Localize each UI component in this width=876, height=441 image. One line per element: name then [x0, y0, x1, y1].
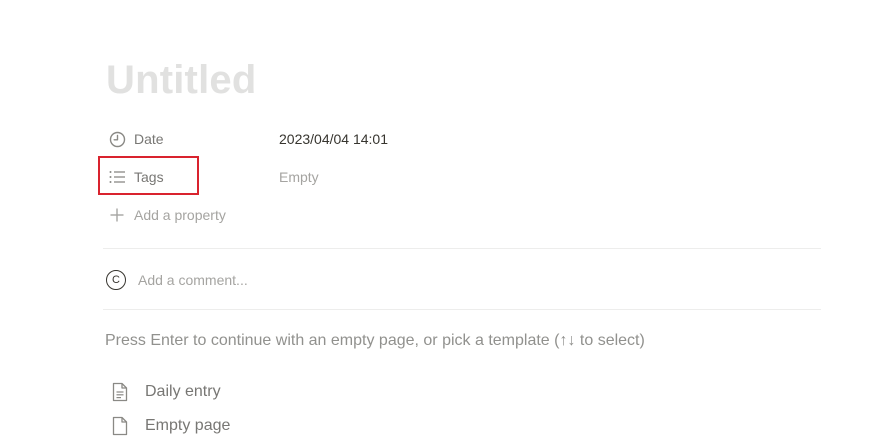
- property-label-date: Date: [134, 131, 164, 147]
- clock-icon: [108, 130, 126, 148]
- comment-row: C Add a comment...: [106, 269, 248, 291]
- add-property-button[interactable]: Add a property: [108, 203, 226, 227]
- template-label: Empty page: [145, 417, 231, 434]
- document-icon: [110, 416, 130, 436]
- avatar: C: [106, 270, 126, 290]
- property-value-date[interactable]: 2023/04/04 14:01: [270, 131, 388, 147]
- property-label-tags: Tags: [134, 169, 164, 185]
- list-icon: [108, 168, 126, 186]
- comment-input[interactable]: Add a comment...: [138, 272, 248, 288]
- property-key-date[interactable]: Date: [102, 123, 270, 155]
- page-title[interactable]: Untitled: [106, 56, 256, 104]
- plus-icon: [108, 206, 126, 224]
- template-hint: Press Enter to continue with an empty pa…: [105, 332, 645, 349]
- property-row-date: Date 2023/04/04 14:01: [102, 123, 388, 155]
- property-value-tags[interactable]: Empty: [270, 169, 319, 185]
- property-row-tags: Tags Empty: [102, 161, 319, 193]
- document-lines-icon: [110, 382, 130, 402]
- page: Untitled Date 2023/04/04 14:01 Tags Empt…: [0, 0, 876, 441]
- divider: [103, 309, 821, 310]
- divider: [103, 248, 821, 249]
- template-label: Daily entry: [145, 383, 221, 400]
- property-key-tags[interactable]: Tags: [102, 161, 270, 193]
- template-empty-page[interactable]: Empty page: [110, 413, 230, 439]
- template-daily-entry[interactable]: Daily entry: [110, 379, 221, 405]
- add-property-label: Add a property: [134, 207, 226, 223]
